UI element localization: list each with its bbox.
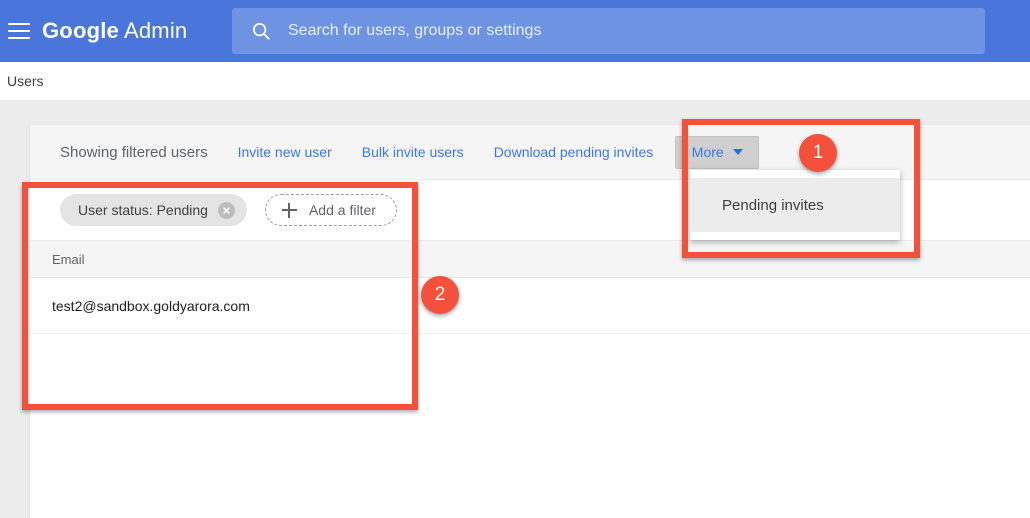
- hamburger-line: [8, 30, 30, 32]
- add-filter-label: Add a filter: [308, 202, 376, 218]
- more-button-label: More: [691, 144, 724, 160]
- more-button[interactable]: More: [675, 135, 760, 169]
- filter-chip-user-status[interactable]: User status: Pending: [60, 194, 247, 226]
- bulk-invite-users-link[interactable]: Bulk invite users: [362, 144, 464, 160]
- close-circle-icon[interactable]: [217, 201, 235, 219]
- add-filter-button[interactable]: Add a filter: [264, 194, 397, 226]
- chevron-down-icon: [732, 149, 743, 155]
- invite-new-user-link[interactable]: Invite new user: [238, 144, 332, 160]
- page-title: Showing filtered users: [60, 143, 208, 161]
- plus-icon: [281, 202, 297, 218]
- menu-item-pending-invites[interactable]: Pending invites: [690, 178, 900, 232]
- search-icon: [252, 22, 270, 40]
- download-pending-invites-link[interactable]: Download pending invites: [494, 144, 654, 160]
- close-icon-glyph: [223, 206, 230, 214]
- menu-item-label: Pending invites: [722, 196, 824, 214]
- search-placeholder: Search for users, groups or settings: [288, 22, 542, 39]
- breadcrumb[interactable]: Users: [7, 73, 44, 89]
- hamburger-line: [8, 23, 30, 25]
- breadcrumb-bar: Users: [0, 62, 1030, 100]
- search-input[interactable]: Search for users, groups or settings: [232, 8, 985, 54]
- table-row[interactable]: test2@sandbox.goldyarora.com: [30, 278, 1030, 334]
- hamburger-line: [8, 37, 30, 39]
- app-brand[interactable]: Google Admin: [42, 18, 187, 44]
- table-header-row: Email: [30, 240, 1030, 278]
- filter-chip-label: User status: Pending: [78, 202, 208, 218]
- more-dropdown-menu: Pending invites: [690, 170, 900, 240]
- cell-email: test2@sandbox.goldyarora.com: [52, 297, 250, 314]
- column-header-email[interactable]: Email: [52, 252, 85, 267]
- brand-google: Google: [42, 18, 119, 43]
- brand-admin: Admin: [123, 18, 188, 43]
- app-bar: Google Admin Search for users, groups or …: [0, 0, 1030, 62]
- hamburger-menu-icon[interactable]: [8, 23, 30, 39]
